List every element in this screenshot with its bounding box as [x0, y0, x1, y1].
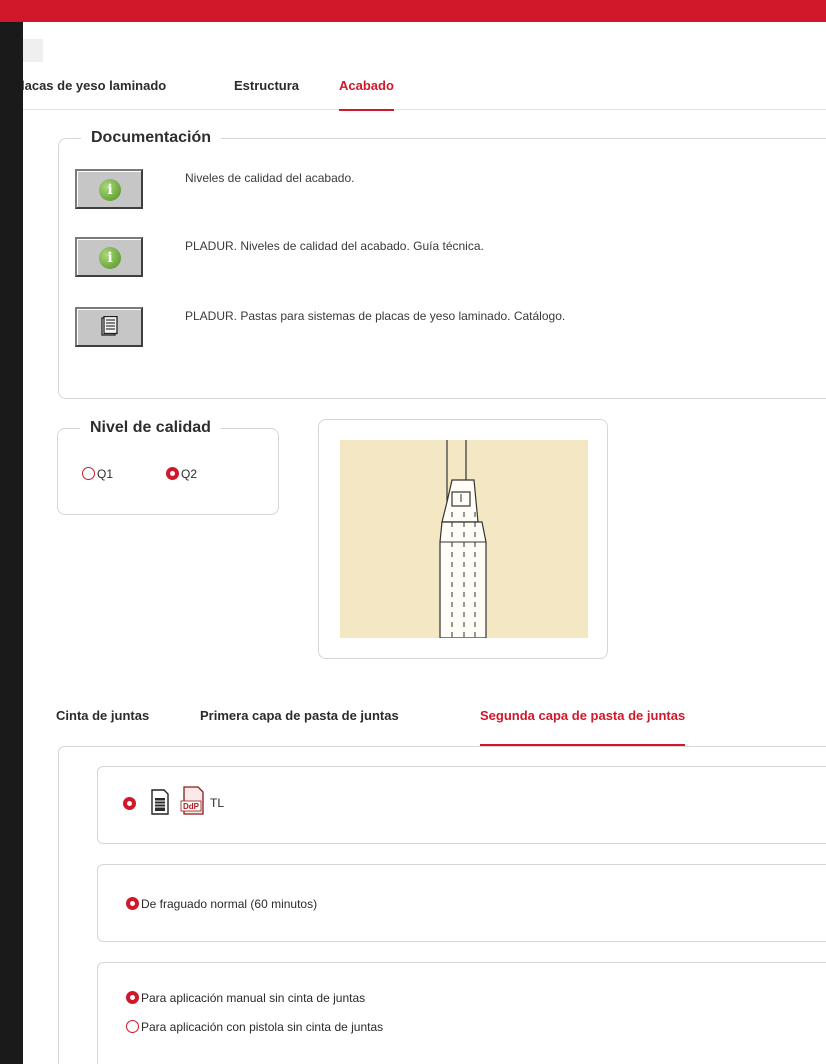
- doc-link[interactable]: PLADUR. Pastas para sistemas de placas d…: [185, 309, 565, 323]
- documentacion-panel: Documentación: [58, 129, 826, 399]
- tab-acabado[interactable]: Acabado: [339, 74, 394, 111]
- aplicacion-radio-pistola[interactable]: [126, 1020, 139, 1034]
- fraguado-option[interactable]: De fraguado normal (60 minutos): [126, 895, 317, 913]
- aplicacion-radio-manual[interactable]: [126, 991, 139, 1005]
- file-icon[interactable]: [150, 789, 170, 815]
- pdf-icon[interactable]: DdP: [180, 786, 206, 816]
- product-code: TL: [210, 796, 225, 810]
- main-tabs: lacas de yeso laminado Estructura Acabad…: [23, 74, 826, 111]
- documentacion-legend: Documentación: [91, 129, 212, 146]
- nivel-option-q2[interactable]: Q2: [166, 465, 197, 483]
- info-button[interactable]: i: [75, 169, 143, 209]
- illustration-frame: [318, 419, 608, 659]
- info-icon: i: [99, 179, 121, 201]
- joint-tape-illustration: [340, 440, 588, 638]
- product-radio[interactable]: [123, 797, 136, 810]
- tab-segunda-capa[interactable]: Segunda capa de pasta de juntas: [480, 708, 686, 746]
- tab-estructura[interactable]: Estructura: [234, 74, 299, 110]
- pdf-badge-text: DdP: [183, 802, 200, 811]
- document-icon: [101, 316, 118, 336]
- aplicacion-option[interactable]: Para aplicación con pistola sin cinta de…: [126, 1018, 383, 1036]
- doc-link[interactable]: Niveles de calidad del acabado.: [185, 171, 354, 185]
- aplicacion-card: Para aplicación manual sin cinta de junt…: [97, 962, 826, 1064]
- radio-q2[interactable]: [166, 467, 179, 481]
- fraguado-card: De fraguado normal (60 minutos): [97, 864, 826, 942]
- nivel-option-q1[interactable]: Q1: [82, 465, 113, 483]
- nivel-legend: Nivel de calidad: [90, 419, 211, 436]
- page-content: lacas de yeso laminado Estructura Acabad…: [23, 22, 826, 1064]
- info-icon: i: [99, 247, 121, 269]
- product-card: DdP TL: [97, 766, 826, 844]
- radio-q1[interactable]: [82, 467, 95, 481]
- collapsed-sidebar-toggle[interactable]: [23, 39, 43, 62]
- catalog-button[interactable]: [75, 307, 143, 347]
- tab-placas[interactable]: lacas de yeso laminado: [23, 74, 166, 110]
- fraguado-radio[interactable]: [126, 897, 139, 911]
- aplicacion-option[interactable]: Para aplicación manual sin cinta de junt…: [126, 989, 365, 1007]
- tab-cinta-de-juntas[interactable]: Cinta de juntas: [56, 708, 149, 746]
- tab-primera-capa[interactable]: Primera capa de pasta de juntas: [200, 708, 399, 746]
- top-brand-bar: [0, 0, 826, 22]
- info-button[interactable]: i: [75, 237, 143, 277]
- sub-tabs: Cinta de juntas Primera capa de pasta de…: [23, 702, 826, 746]
- doc-link[interactable]: PLADUR. Niveles de calidad del acabado. …: [185, 239, 484, 253]
